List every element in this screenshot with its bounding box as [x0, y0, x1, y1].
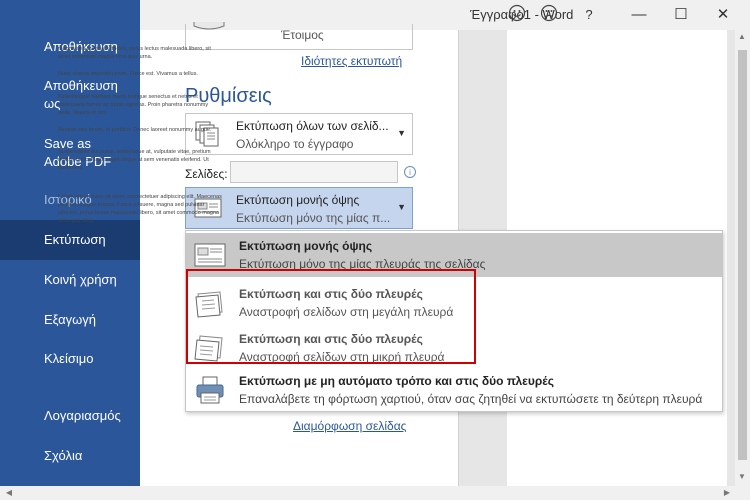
print-sides-description: Εκτύπωση μόνο της μίας π... [236, 211, 391, 225]
manual-duplex-printer-icon [196, 376, 224, 404]
printer-properties-link[interactable]: Ιδιότητες εκτυπωτή [301, 54, 402, 68]
menu-item-manual-duplex[interactable]: Εκτύπωση με μη αυτόματο τρόπο και στις δ… [186, 368, 722, 412]
print-sides-value: Εκτύπωση μονής όψης [236, 193, 360, 207]
info-icon[interactable]: i [404, 166, 416, 178]
preview-paragraph: magna sed pulvinar ultricies, purus lect… [58, 46, 211, 60]
pages-input[interactable] [230, 161, 398, 183]
help-button[interactable]: ? [572, 0, 606, 30]
nav-item-close[interactable]: Κλείσιμο [0, 350, 140, 368]
preview-paragraph: Aenean nec lorem. In porttitor. Donec la… [58, 127, 212, 133]
chevron-down-icon: ▼ [397, 128, 406, 138]
preview-paragraph: Lorem ipsum dolor sit amet, consectetuer… [58, 194, 222, 224]
scroll-down-icon[interactable]: ▼ [738, 472, 746, 481]
scrollbar-thumb[interactable] [738, 50, 747, 460]
printer-icon [193, 22, 225, 30]
maximize-button[interactable]: ☐ [664, 0, 698, 30]
nav-item-label: Σχόλια [44, 448, 83, 463]
single-sided-icon [194, 243, 226, 267]
nav-item-label: Εκτύπωση [44, 232, 106, 247]
nav-item-account[interactable]: Λογαριασμός [0, 407, 140, 425]
nav-item-label: Λογαριασμός [44, 408, 121, 423]
nav-item-label: Εξαγωγή [44, 312, 97, 327]
print-range-description: Ολόκληρο το έγγραφο [236, 137, 354, 151]
smile-icon[interactable] [506, 4, 528, 26]
scroll-up-icon[interactable]: ▲ [738, 32, 746, 41]
nav-item-export[interactable]: Εξαγωγή [0, 311, 140, 329]
preview-paragraph: Nunc viverra imperdiet enim. Fusce est. … [58, 71, 198, 77]
frown-icon[interactable] [538, 4, 560, 26]
close-button[interactable]: ✕ [706, 0, 740, 30]
menu-item-title: Εκτύπωση με μη αυτόματο τρόπο και στις δ… [239, 374, 554, 388]
pages-icon [195, 121, 219, 147]
minimize-button[interactable]: — [622, 0, 656, 30]
highlight-annotation [186, 269, 476, 364]
nav-item-label: Κλείσιμο [44, 351, 94, 366]
menu-item-title: Εκτύπωση μονής όψης [239, 239, 373, 253]
chevron-down-icon: ▼ [397, 202, 406, 212]
preview-paragraph: Suspendisse dui purus, scelerisque at, v… [58, 149, 211, 171]
print-range-value: Εκτύπωση όλων των σελίδ... [236, 119, 389, 133]
nav-item-print[interactable]: Εκτύπωση [0, 220, 140, 260]
nav-item-feedback[interactable]: Σχόλια [0, 447, 140, 465]
menu-item-description: Επαναλάβετε τη φόρτωση χαρτιού, όταν σας… [239, 392, 703, 406]
preview-paragraph: Pellentesque habitant morbi tristique se… [58, 94, 209, 116]
horizontal-scrollbar[interactable]: ◀ ▶ [0, 486, 750, 500]
nav-item-share[interactable]: Κοινή χρήση [0, 271, 140, 289]
scroll-left-icon[interactable]: ◀ [2, 486, 16, 500]
nav-item-label: Κοινή χρήση [44, 272, 117, 287]
scroll-right-icon[interactable]: ▶ [720, 486, 734, 500]
vertical-scrollbar[interactable]: ▲ ▼ [735, 30, 750, 486]
printer-status: Έτοιμος [281, 28, 324, 42]
page-setup-link[interactable]: Διαμόρφωση σελίδας [293, 419, 406, 433]
